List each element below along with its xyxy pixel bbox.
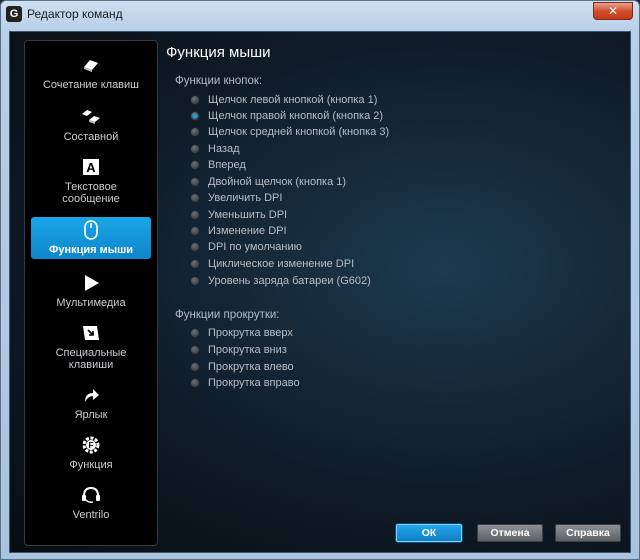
function-gear-icon: F	[80, 435, 102, 455]
radio-scroll-left[interactable]: Прокрутка влево	[190, 359, 294, 375]
page-title: Функция мыши	[166, 44, 271, 61]
client-area: Сочетание клавиш Составной A Текстовое с…	[9, 31, 631, 553]
radio-double-click[interactable]: Двойной щелчок (кнопка 1)	[190, 174, 346, 190]
radio-label: Изменение DPI	[208, 225, 287, 237]
radio-left-click[interactable]: Щелчок левой кнопкой (кнопка 1)	[190, 92, 377, 108]
window-title: Редактор команд	[27, 7, 123, 21]
sidebar-item-mouse-function[interactable]: Функция мыши	[31, 217, 151, 259]
radio-circle[interactable]	[190, 276, 200, 286]
radio-label: Увеличить DPI	[208, 192, 283, 204]
sidebar-item-function[interactable]: F Функция	[37, 435, 145, 471]
radio-label: Циклическое изменение DPI	[208, 258, 355, 270]
sidebar-item-text-message[interactable]: A Текстовое сообщение	[37, 157, 145, 205]
radio-circle[interactable]	[190, 345, 200, 355]
sidebar-item-ventrilo[interactable]: Ventrilo	[37, 485, 145, 521]
radio-label: Уменьшить DPI	[208, 209, 288, 221]
sidebar: Сочетание клавиш Составной A Текстовое с…	[24, 40, 158, 546]
sidebar-item-multikey[interactable]: Составной	[37, 107, 145, 143]
radio-circle[interactable]	[190, 362, 200, 372]
sidebar-item-label: Составной	[63, 131, 119, 143]
keys-icon	[80, 55, 102, 75]
radio-circle[interactable]	[190, 193, 200, 203]
help-button[interactable]: Справка	[555, 524, 621, 542]
radio-label: Прокрутка вправо	[208, 377, 300, 389]
radio-dpi-cycle[interactable]: Циклическое изменение DPI	[190, 256, 354, 272]
radio-label: Прокрутка влево	[208, 361, 294, 373]
radio-circle[interactable]	[190, 259, 200, 269]
radio-circle[interactable]	[190, 127, 200, 137]
radio-circle[interactable]	[190, 95, 200, 105]
radio-label: Щелчок правой кнопкой (кнопка 2)	[208, 110, 384, 122]
radio-middle-click[interactable]: Щелчок средней кнопкой (кнопка 3)	[190, 124, 389, 140]
radio-label: Прокрутка вверх	[208, 327, 293, 339]
radio-circle[interactable]	[190, 328, 200, 338]
special-key-icon	[80, 323, 102, 343]
shortcut-arrow-icon	[80, 385, 102, 405]
radio-label: Щелчок левой кнопкой (кнопка 1)	[208, 94, 378, 106]
sidebar-item-multimedia[interactable]: Мультимедиа	[37, 273, 145, 309]
radio-circle[interactable]	[190, 144, 200, 154]
logitech-g-icon: G	[6, 6, 22, 22]
radio-circle[interactable]	[190, 210, 200, 220]
radio-label: Щелчок средней кнопкой (кнопка 3)	[208, 126, 390, 138]
svg-text:F: F	[89, 441, 94, 450]
sidebar-item-special-keys[interactable]: Специальные клавиши	[37, 323, 145, 371]
radio-scroll-down[interactable]: Прокрутка вниз	[190, 342, 287, 358]
play-icon	[80, 273, 102, 293]
ok-button[interactable]: ОК	[396, 524, 462, 542]
radio-label: Уровень заряда батареи (G602)	[208, 275, 371, 287]
sidebar-item-label: Сочетание клавиш	[42, 79, 139, 91]
radio-dpi-up[interactable]: Увеличить DPI	[190, 190, 282, 206]
sidebar-item-label: Ярлык	[74, 409, 108, 421]
sidebar-item-shortcut[interactable]: Ярлык	[37, 385, 145, 421]
app-window: G Редактор команд ✕ Сочетание клавиш Сос…	[0, 0, 640, 560]
radio-label: Вперед	[208, 159, 246, 171]
close-button[interactable]: ✕	[593, 2, 633, 20]
mouse-icon	[80, 220, 102, 240]
radio-label: Двойной щелчок (кнопка 1)	[208, 176, 347, 188]
radio-scroll-right[interactable]: Прокрутка вправо	[190, 375, 300, 391]
radio-right-click[interactable]: Щелчок правой кнопкой (кнопка 2)	[190, 108, 383, 124]
radio-circle-selected[interactable]	[190, 111, 200, 121]
radio-circle[interactable]	[190, 378, 200, 388]
radio-label: Прокрутка вниз	[208, 344, 287, 356]
radio-dpi-shift[interactable]: Изменение DPI	[190, 223, 287, 239]
radio-label: DPI по умолчанию	[208, 241, 302, 253]
radio-back[interactable]: Назад	[190, 141, 240, 157]
scroll-functions-heading: Функции прокрутки:	[175, 309, 280, 321]
sidebar-item-label: Функция	[69, 459, 113, 471]
radio-circle[interactable]	[190, 242, 200, 252]
sidebar-item-keystroke[interactable]: Сочетание клавиш	[37, 55, 145, 91]
radio-battery-level[interactable]: Уровень заряда батареи (G602)	[190, 273, 371, 289]
button-functions-heading: Функции кнопок:	[175, 75, 263, 87]
cancel-button[interactable]: Отмена	[477, 524, 543, 542]
headset-icon	[80, 485, 102, 505]
radio-circle[interactable]	[190, 177, 200, 187]
svg-text:A: A	[86, 160, 96, 175]
radio-dpi-down[interactable]: Уменьшить DPI	[190, 207, 287, 223]
title-bar[interactable]: G Редактор команд ✕	[1, 1, 639, 27]
multi-key-icon	[80, 107, 102, 127]
radio-label: Назад	[208, 143, 240, 155]
text-a-icon: A	[80, 157, 102, 177]
radio-circle[interactable]	[190, 160, 200, 170]
sidebar-item-label: Ventrilo	[72, 509, 110, 521]
sidebar-item-label: Мультимедиа	[56, 297, 126, 309]
sidebar-item-label: Текстовое сообщение	[62, 181, 120, 205]
radio-scroll-up[interactable]: Прокрутка вверх	[190, 325, 293, 341]
radio-forward[interactable]: Вперед	[190, 157, 246, 173]
radio-circle[interactable]	[190, 226, 200, 236]
sidebar-item-label: Функция мыши	[48, 244, 134, 256]
sidebar-item-label: Специальные клавиши	[55, 347, 127, 371]
radio-dpi-default[interactable]: DPI по умолчанию	[190, 239, 302, 255]
